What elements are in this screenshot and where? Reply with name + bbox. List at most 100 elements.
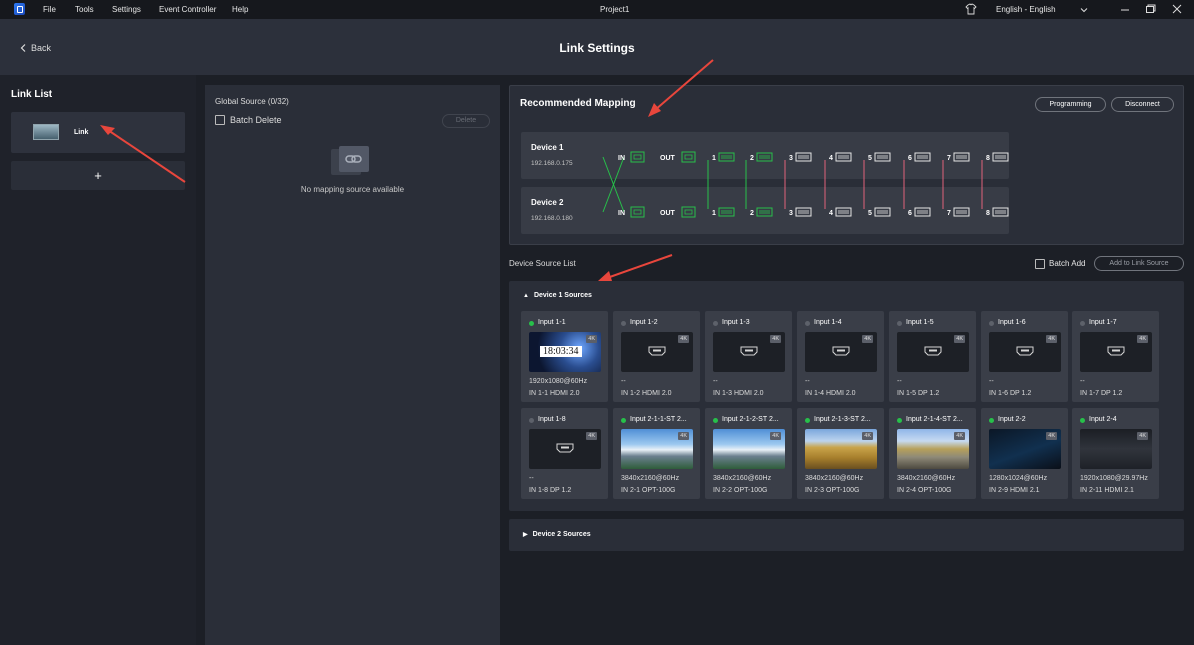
source-resolution: 1280x1024@60Hz (989, 475, 1048, 482)
source-card[interactable]: Input 2-1-4-ST 2... 4K 3840x2160@60Hz IN 2-… (889, 408, 976, 499)
mapping-connections: IN OUT 1 2 3 4 5 6 7 8 IN OUT 1 2 3 4 5 6 7 8 (602, 151, 1009, 218)
source-preview: 4K (1080, 429, 1152, 469)
add-to-link-source-button[interactable]: Add to Link Source (1094, 256, 1184, 271)
port-out-label: OUT (660, 155, 676, 162)
batch-add-checkbox[interactable] (1035, 259, 1045, 269)
source-card[interactable]: Input 2-2 4K 1280x1024@60Hz IN 2-9 HDMI 2.1 (981, 408, 1068, 499)
source-resolution: -- (713, 378, 718, 385)
page-title: Link Settings (559, 41, 635, 55)
source-preview: 4K (805, 429, 877, 469)
source-port: IN 2-3 OPT-100G (805, 487, 860, 494)
source-resolution: 3840x2160@60Hz (897, 475, 956, 482)
preview-clock: 18:03:34 (540, 346, 582, 357)
source-card[interactable]: Input 1-2 4K -- IN 1-2 HDMI 2.0 (613, 311, 700, 402)
source-resolution: 3840x2160@60Hz (713, 475, 772, 482)
source-preview: 4K (529, 429, 601, 469)
source-card[interactable]: Input 2-1-3-ST 2... 4K 3840x2160@60Hz IN 2-… (797, 408, 884, 499)
status-dot (805, 321, 810, 326)
device-2-sources-toggle[interactable]: ▶ Device 2 Sources (523, 531, 591, 538)
hdmi-port-icon (924, 346, 942, 356)
output-number: 6 (908, 210, 912, 217)
global-source-title: Global Source (0/32) (215, 97, 289, 106)
output-number: 2 (750, 210, 754, 217)
status-dot (897, 321, 902, 326)
source-card[interactable]: Input 1-8 4K -- IN 1-8 DP 1.2 (521, 408, 608, 499)
delete-button[interactable]: Delete (442, 114, 490, 128)
source-card[interactable]: Input 1-1 18:03:34 4K 1920x1080@60Hz IN 1-1 … (521, 311, 608, 402)
hdmi-port-icon (648, 346, 666, 356)
source-title: Input 1-3 (722, 319, 750, 326)
recommended-mapping-panel: Recommended Mapping Programming Disconne… (509, 85, 1184, 245)
source-card[interactable]: Input 1-4 4K -- IN 1-4 HDMI 2.0 (797, 311, 884, 402)
source-title: Input 1-1 (538, 319, 566, 326)
menu-help[interactable]: Help (232, 5, 248, 14)
menu-event-controller[interactable]: Event Controller (159, 5, 216, 14)
programming-button[interactable]: Programming (1035, 97, 1106, 112)
output-number: 3 (789, 155, 793, 162)
output-number: 4 (829, 155, 833, 162)
link-list-panel: Link List Link + (0, 75, 196, 645)
source-title: Input 2-2 (998, 416, 1026, 423)
source-resolution: 3840x2160@60Hz (805, 475, 864, 482)
source-card[interactable]: Input 1-5 4K -- IN 1-5 DP 1.2 (889, 311, 976, 402)
source-title: Input 2-1-4-ST 2... (906, 416, 963, 423)
source-title: Input 1-6 (998, 319, 1026, 326)
source-preview: 18:03:34 4K (529, 332, 601, 372)
source-preview: 4K (897, 332, 969, 372)
output-number: 1 (712, 155, 716, 162)
source-title: Input 2-1-3-ST 2... (814, 416, 871, 423)
status-dot (1080, 418, 1085, 423)
source-card[interactable]: Input 1-6 4K -- IN 1-6 DP 1.2 (981, 311, 1068, 402)
4k-badge: 4K (862, 335, 873, 343)
output-port-icon (795, 152, 812, 162)
device-2-sources-panel: ▶ Device 2 Sources (509, 519, 1184, 551)
output-port-icon (684, 154, 693, 160)
output-port-icon (681, 151, 696, 163)
device-1-sources-label: Device 1 Sources (533, 292, 592, 299)
status-dot (621, 321, 626, 326)
language-select[interactable]: English - English (996, 5, 1056, 14)
4k-badge: 4K (678, 432, 689, 440)
source-port: IN 2-11 HDMI 2.1 (1080, 487, 1134, 494)
page-header: Back Link Settings (0, 19, 1194, 75)
menu-file[interactable]: File (43, 5, 56, 14)
source-resolution: -- (897, 378, 902, 385)
close-icon[interactable] (1170, 2, 1184, 16)
source-card[interactable]: Input 2-4 4K 1920x1080@29.97Hz IN 2-11 HDMI… (1072, 408, 1159, 499)
source-preview: 4K (989, 429, 1061, 469)
output-number: 7 (947, 155, 951, 162)
source-card[interactable]: Input 2-1-2-ST 2... 4K 3840x2160@60Hz IN 2-… (705, 408, 792, 499)
minimize-icon[interactable] (1118, 2, 1132, 16)
hdmi-port-icon (740, 346, 758, 356)
source-port: IN 1-3 HDMI 2.0 (713, 390, 764, 397)
source-card[interactable]: Input 1-3 4K -- IN 1-3 HDMI 2.0 (705, 311, 792, 402)
source-title: Input 2-4 (1089, 416, 1117, 423)
source-title: Input 1-4 (814, 319, 842, 326)
hdmi-port-icon (1107, 346, 1125, 356)
output-number: 3 (789, 210, 793, 217)
4k-badge: 4K (770, 432, 781, 440)
menu-tools[interactable]: Tools (75, 5, 94, 14)
source-port: IN 1-6 DP 1.2 (989, 390, 1032, 397)
device-1-sources-toggle[interactable]: ▲ Device 1 Sources (523, 292, 592, 299)
source-title: Input 1-2 (630, 319, 658, 326)
source-preview: 4K (713, 429, 785, 469)
source-card[interactable]: Input 1-7 4K -- IN 1-7 DP 1.2 (1072, 311, 1159, 402)
output-port-icon (718, 207, 735, 217)
source-card[interactable]: Input 2-1-1-ST 2... 4K 3840x2160@60Hz IN 2-… (613, 408, 700, 499)
output-port-icon (756, 207, 773, 217)
disconnect-button[interactable]: Disconnect (1111, 97, 1174, 112)
source-preview: 4K (1080, 332, 1152, 372)
input-port-icon (630, 206, 645, 218)
maximize-icon[interactable] (1143, 2, 1157, 16)
output-number: 8 (986, 210, 990, 217)
source-port: IN 2-9 HDMI 2.1 (989, 487, 1040, 494)
batch-delete-checkbox[interactable] (215, 115, 225, 125)
output-port-icon (992, 152, 1009, 162)
batch-delete-label: Batch Delete (230, 115, 282, 125)
source-resolution: -- (621, 378, 626, 385)
status-dot (713, 321, 718, 326)
chevron-down-icon[interactable] (1080, 6, 1088, 14)
skin-icon[interactable] (965, 3, 977, 15)
menu-settings[interactable]: Settings (112, 5, 141, 14)
